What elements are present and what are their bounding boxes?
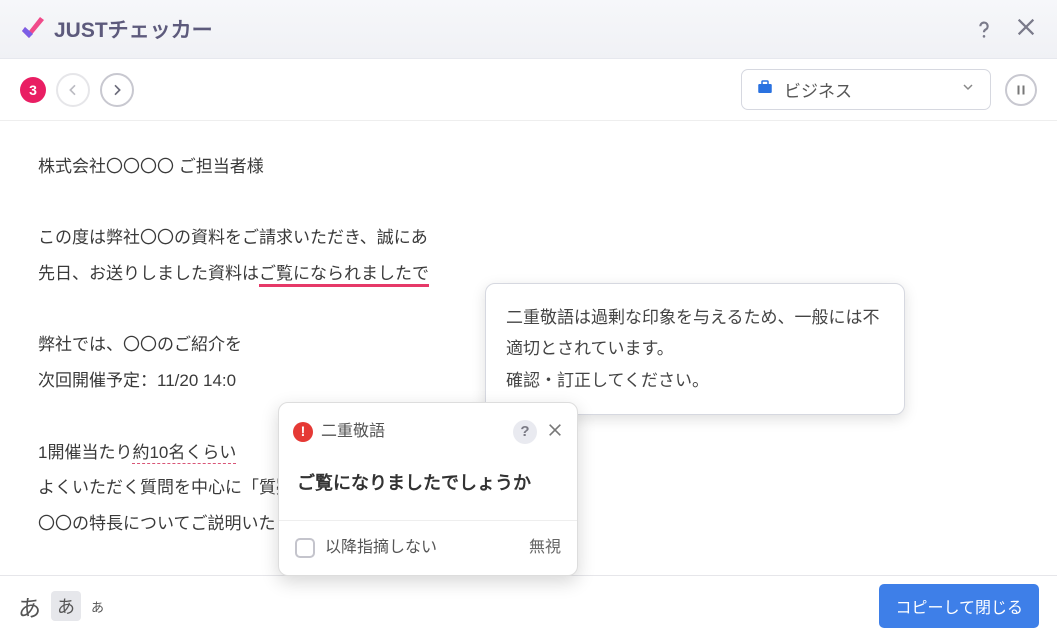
popup-title: 二重敬語: [321, 415, 385, 449]
fontsize-large[interactable]: あ: [18, 589, 41, 623]
error-span[interactable]: 約10名くらい: [132, 443, 236, 464]
check-icon: [20, 17, 44, 41]
app-header: JUSTチェッカー: [0, 0, 1057, 59]
copy-close-button[interactable]: コピーして閉じる: [879, 584, 1039, 628]
suggestion-popup: ! 二重敬語 ? ご覧になりましたでしょうか 以降指摘しない 無視: [278, 402, 578, 576]
alert-icon: !: [293, 422, 313, 442]
popup-suggestion[interactable]: ご覧になりましたでしょうか: [279, 461, 577, 521]
toolbar: 3 ビジネス: [0, 59, 1057, 121]
text-line: 株式会社〇〇〇〇 ご担当者様: [38, 149, 1019, 185]
category-label: ビジネス: [784, 77, 852, 102]
content-area: 株式会社〇〇〇〇 ご担当者様 この度は弊社〇〇の資料をご請求いただき、誠にあ 先…: [0, 121, 1057, 591]
next-button[interactable]: [100, 73, 134, 107]
fontsize-medium[interactable]: あ: [51, 591, 81, 621]
prev-button: [56, 73, 90, 107]
text-line: この度は弊社〇〇の資料をご請求いただき、誠にあ: [38, 220, 1019, 256]
close-icon[interactable]: [1015, 16, 1037, 42]
app-title: JUSTチェッカー: [54, 14, 213, 44]
category-select[interactable]: ビジネス: [741, 69, 991, 110]
popup-footer: 以降指摘しない 無視: [279, 520, 577, 575]
pause-button[interactable]: [1005, 74, 1037, 106]
help-icon[interactable]: [973, 18, 995, 40]
dont-suggest-checkbox[interactable]: [295, 538, 315, 558]
footer: あ あ あ コピーして閉じる: [0, 575, 1057, 636]
popup-header: ! 二重敬語 ?: [279, 403, 577, 461]
explanation-tooltip: 二重敬語は過剰な印象を与えるため、一般には不適切とされています。 確認・訂正して…: [485, 283, 905, 415]
dont-suggest-label: 以降指摘しない: [325, 531, 437, 565]
error-count-badge: 3: [20, 77, 46, 103]
error-span[interactable]: ご覧になられましたで: [259, 264, 429, 287]
text-line: [38, 185, 1019, 221]
chevron-down-icon: [960, 79, 976, 100]
ignore-button[interactable]: 無視: [529, 531, 561, 565]
app-logo: JUSTチェッカー: [20, 14, 213, 44]
briefcase-icon: [756, 78, 774, 101]
fontsize-small[interactable]: あ: [91, 597, 104, 616]
popup-help-icon[interactable]: ?: [513, 420, 537, 444]
popup-close-icon[interactable]: [547, 422, 563, 442]
